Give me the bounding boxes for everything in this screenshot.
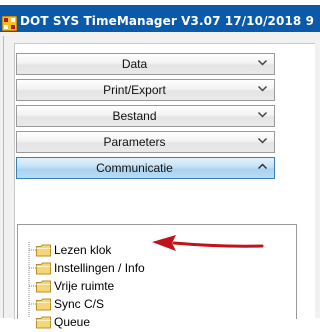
chevron-down-icon	[257, 111, 268, 118]
menu-button-communicatie[interactable]: Communicatie	[16, 157, 275, 179]
menu-button-label: Parameters	[103, 135, 166, 149]
folder-icon	[36, 244, 51, 257]
annotation-arrow-icon	[152, 235, 264, 251]
menu-button-label: Data	[121, 57, 148, 71]
title-bar[interactable]: DOT SYS TimeManager V3.07 17/10/2018 9	[0, 5, 320, 32]
tree-item-label: Vrije ruimte	[54, 279, 115, 293]
chevron-down-icon	[257, 59, 268, 66]
tree-item-label: Sync C/S	[54, 297, 105, 311]
folder-icon	[36, 280, 51, 293]
tree-item-label: Instellingen / Info	[54, 261, 145, 275]
folder-icon	[36, 298, 51, 311]
menu-button-bestand[interactable]: Bestand	[16, 105, 275, 127]
app-grid-icon	[2, 16, 17, 31]
menu-button-parameters[interactable]: Parameters	[16, 131, 275, 153]
menu-button-data[interactable]: Data	[16, 53, 275, 75]
menu-button-label: Print/Export	[103, 83, 166, 97]
folder-icon	[36, 262, 51, 275]
menu-button-print-export[interactable]: Print/Export	[16, 79, 275, 101]
tree-item-label: Lezen klok	[54, 243, 112, 257]
tree-item-label: Queue	[54, 315, 91, 329]
frame-border	[3, 36, 4, 318]
menu-button-label: Communicatie	[96, 161, 173, 175]
chevron-up-icon	[257, 163, 268, 170]
window-title: DOT SYS TimeManager V3.07 17/10/2018 9	[20, 14, 315, 28]
chevron-down-icon	[257, 85, 268, 92]
menu-button-label: Bestand	[112, 109, 157, 123]
chevron-down-icon	[257, 137, 268, 144]
